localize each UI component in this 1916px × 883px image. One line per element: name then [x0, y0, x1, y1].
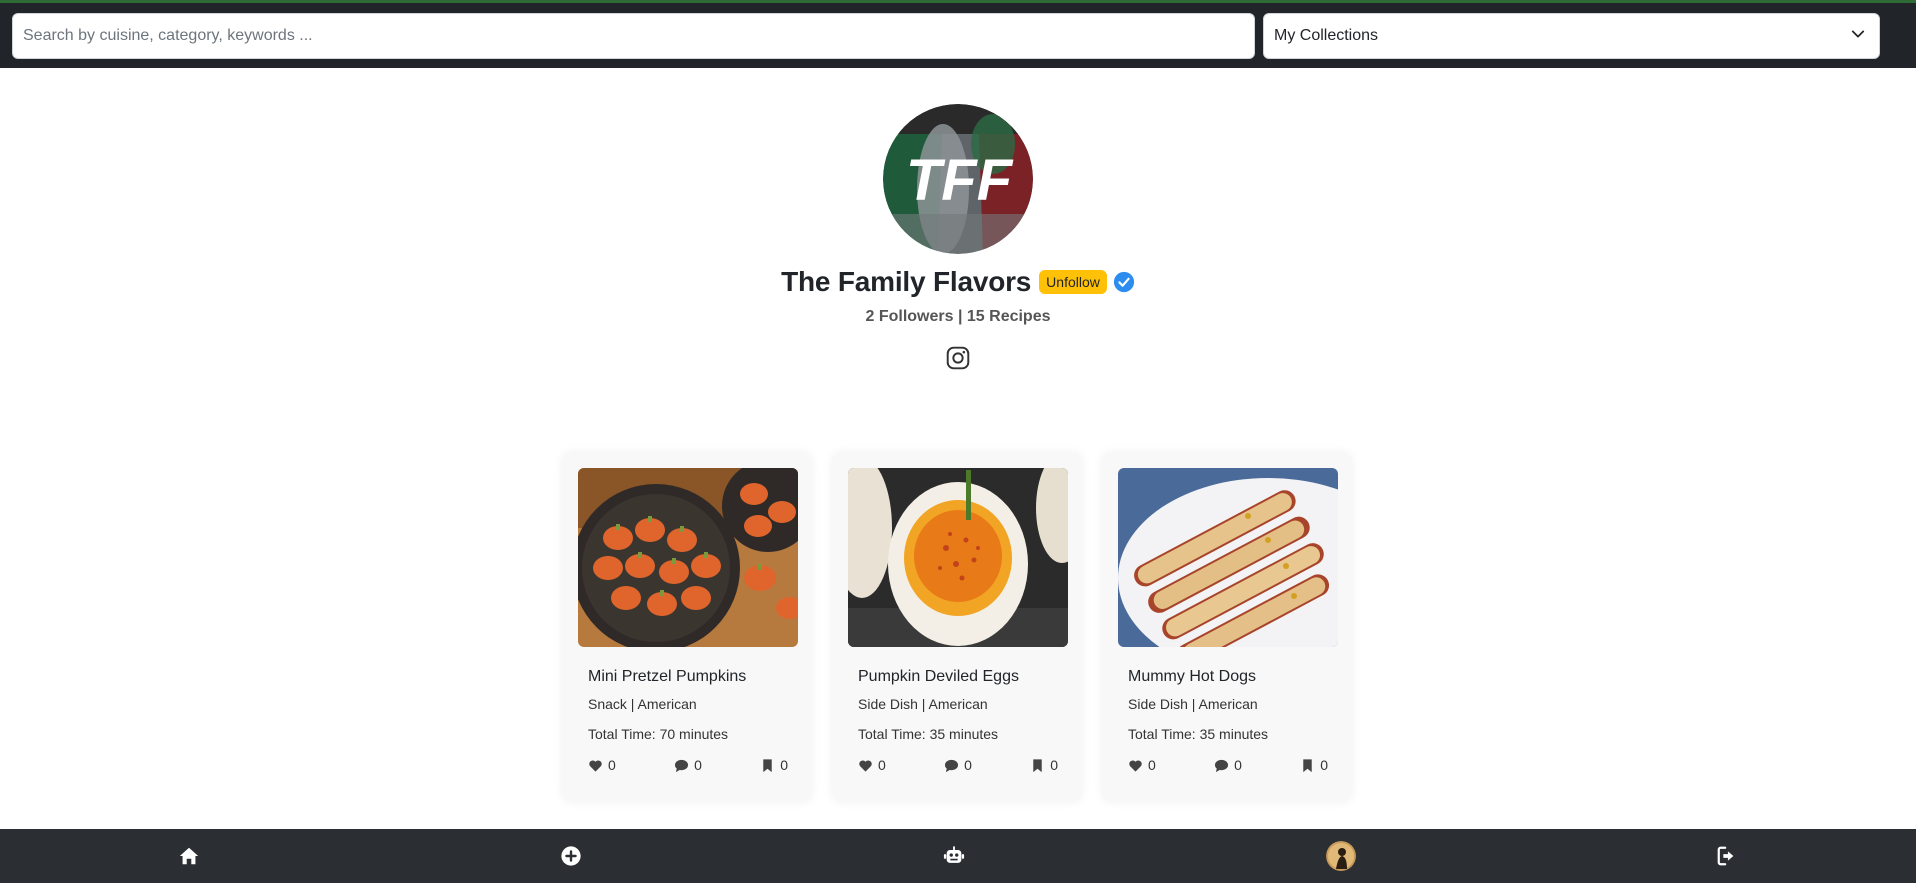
- recipe-image: [848, 468, 1068, 647]
- like-count: 0: [1148, 757, 1156, 773]
- recipe-actions: 0 0 0: [588, 756, 788, 774]
- recipe-total-time: Total Time: 35 minutes: [1128, 726, 1269, 742]
- unfollow-button[interactable]: Unfollow: [1039, 270, 1107, 294]
- instagram-icon[interactable]: [945, 345, 971, 371]
- comment-icon: [944, 758, 959, 773]
- profile-avatar: TFF: [883, 104, 1033, 254]
- like-button[interactable]: 0: [588, 757, 616, 773]
- bookmark-icon: [1030, 758, 1045, 773]
- comment-count: 0: [694, 757, 702, 773]
- verified-check-icon: [1113, 271, 1135, 293]
- like-count: 0: [608, 757, 616, 773]
- recipe-category: Side Dish | American: [1128, 696, 1258, 712]
- top-bar: My Collections: [0, 0, 1916, 68]
- recipe-actions: 0 0 0: [1128, 756, 1328, 774]
- comment-count: 0: [1234, 757, 1242, 773]
- like-button[interactable]: 0: [858, 757, 886, 773]
- recipe-image: [1118, 468, 1338, 647]
- recipe-title: Mini Pretzel Pumpkins: [588, 668, 747, 685]
- collections-select[interactable]: My Collections: [1263, 13, 1880, 59]
- recipe-card[interactable]: Mummy Hot Dogs Side Dish | American Tota…: [1102, 452, 1352, 802]
- recipe-image: [578, 468, 798, 647]
- heart-icon: [1128, 758, 1143, 773]
- chevron-down-icon: [1851, 27, 1869, 46]
- add-circle-icon: [560, 845, 582, 867]
- comment-icon: [1214, 758, 1229, 773]
- recipe-total-time: Total Time: 35 minutes: [858, 726, 999, 742]
- recipe-card[interactable]: Pumpkin Deviled Eggs Side Dish | America…: [832, 452, 1082, 802]
- logout-button[interactable]: [1697, 829, 1757, 883]
- like-count: 0: [878, 757, 886, 773]
- bottom-nav: [0, 829, 1916, 883]
- home-button[interactable]: [159, 829, 219, 883]
- add-recipe-button[interactable]: [541, 829, 601, 883]
- bookmark-button[interactable]: 0: [1300, 757, 1328, 773]
- comment-button[interactable]: 0: [944, 757, 972, 773]
- user-avatar: [1326, 841, 1356, 871]
- comment-count: 0: [964, 757, 972, 773]
- recipe-card[interactable]: Mini Pretzel Pumpkins Snack | American T…: [562, 452, 812, 802]
- recipe-title: Pumpkin Deviled Eggs: [858, 668, 1019, 685]
- recipe-category: Snack | American: [588, 696, 697, 712]
- comment-icon: [674, 758, 689, 773]
- bookmark-count: 0: [1050, 757, 1058, 773]
- bookmark-button[interactable]: 0: [760, 757, 788, 773]
- profile-stats: 2 Followers | 15 Recipes: [865, 308, 1051, 325]
- robot-icon: [943, 845, 965, 867]
- recipe-actions: 0 0 0: [858, 756, 1058, 774]
- logout-icon: [1716, 845, 1738, 867]
- search-input[interactable]: [12, 13, 1255, 59]
- collections-selected-label: My Collections: [1274, 27, 1379, 44]
- bookmark-count: 0: [1320, 757, 1328, 773]
- profile-name: The Family Flavors: [781, 266, 1032, 297]
- profile-header: The Family Flavors Unfollow: [0, 262, 1916, 302]
- recipe-category: Side Dish | American: [858, 696, 988, 712]
- bookmark-button[interactable]: 0: [1030, 757, 1058, 773]
- heart-icon: [858, 758, 873, 773]
- bookmark-count: 0: [780, 757, 788, 773]
- heart-icon: [588, 758, 603, 773]
- like-button[interactable]: 0: [1128, 757, 1156, 773]
- recipe-total-time: Total Time: 70 minutes: [588, 726, 729, 742]
- comment-button[interactable]: 0: [1214, 757, 1242, 773]
- recipe-title: Mummy Hot Dogs: [1128, 668, 1257, 685]
- bookmark-icon: [1300, 758, 1315, 773]
- comment-button[interactable]: 0: [674, 757, 702, 773]
- profile-nav-button[interactable]: [1311, 829, 1371, 883]
- assistant-button[interactable]: [924, 829, 984, 883]
- bookmark-icon: [760, 758, 775, 773]
- home-icon: [178, 845, 200, 867]
- avatar-text: TFF: [906, 148, 1014, 213]
